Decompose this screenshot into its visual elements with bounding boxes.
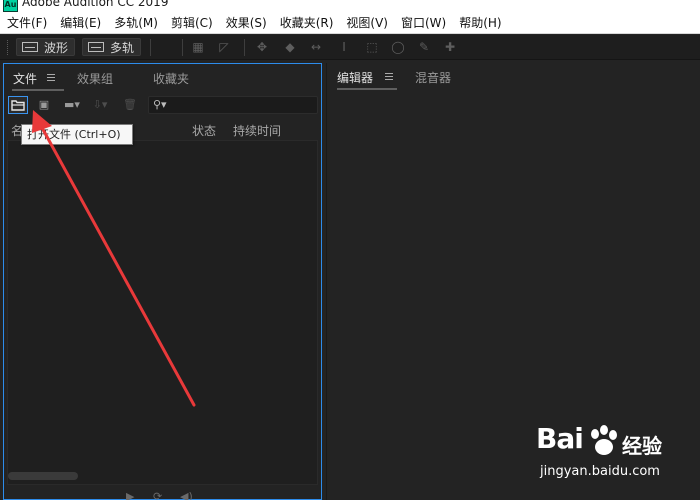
tab-files[interactable]: 文件 xyxy=(13,70,37,87)
waveform-view-label: 波形 xyxy=(44,40,69,55)
razor-tool-icon[interactable]: ◆ xyxy=(282,40,298,54)
column-status[interactable]: 状态 xyxy=(192,122,216,139)
slip-tool-icon[interactable]: ↔ xyxy=(308,40,324,54)
files-search-input[interactable]: ⚲▾ xyxy=(148,96,318,114)
watermark-jingyan: 经验 xyxy=(622,434,662,458)
marquee-tool-icon[interactable]: ⬚ xyxy=(364,40,380,54)
toolbar-separator xyxy=(150,39,151,56)
panel-menu-icon[interactable] xyxy=(47,74,55,81)
loop-icon[interactable]: ⟳ xyxy=(153,490,162,500)
baidu-jingyan-watermark: Bai 经验 jingyan.baidu.com xyxy=(536,422,696,494)
search-icon: ⚲▾ xyxy=(153,98,167,111)
tab-editor[interactable]: 编辑器 xyxy=(337,69,373,86)
watermark-url: jingyan.baidu.com xyxy=(540,464,660,479)
toolbar-separator xyxy=(182,39,183,56)
main-toolbar: 波形 多轨 ▦ ◸ ✥ ◆ ↔ I ⬚ ◯ ✎ ✚ xyxy=(0,35,700,60)
menu-help[interactable]: 帮助(H) xyxy=(459,14,501,31)
import-file-icon[interactable]: ▣ xyxy=(34,96,54,114)
trash-icon[interactable]: 🗑 xyxy=(120,96,140,114)
lasso-tool-icon[interactable]: ◯ xyxy=(390,40,406,54)
menu-view[interactable]: 视图(V) xyxy=(346,14,388,31)
files-panel-tabs: 文件 效果组 收藏夹 xyxy=(4,64,321,91)
tab-mixer[interactable]: 混音器 xyxy=(415,69,451,86)
move-tool-icon[interactable]: ✥ xyxy=(254,40,270,54)
tab-effects-rack[interactable]: 效果组 xyxy=(77,70,113,87)
new-file-icon[interactable]: ▬▾ xyxy=(62,96,82,114)
multitrack-view-label: 多轨 xyxy=(110,40,135,55)
toolbar-grip[interactable] xyxy=(7,40,9,55)
title-bar: Au Adobe Audition CC 2019 xyxy=(0,0,700,12)
file-list[interactable] xyxy=(7,140,318,485)
pitch-display-icon[interactable]: ◸ xyxy=(216,40,232,54)
menu-edit[interactable]: 编辑(E) xyxy=(60,14,101,31)
auto-play-icon[interactable]: ◀) xyxy=(180,490,193,500)
brush-tool-icon[interactable]: ✎ xyxy=(416,40,432,54)
spectral-display-icon[interactable]: ▦ xyxy=(190,40,206,54)
multitrack-icon xyxy=(88,42,104,52)
multitrack-view-button[interactable]: 多轨 xyxy=(82,38,142,56)
watermark-brand: Bai xyxy=(536,422,584,455)
column-duration[interactable]: 持续时间 xyxy=(233,122,281,139)
waveform-icon xyxy=(22,42,38,52)
play-icon[interactable]: ▶ xyxy=(126,490,134,500)
tab-favorites[interactable]: 收藏夹 xyxy=(153,70,189,87)
menu-bar: 文件(F) 编辑(E) 多轨(M) 剪辑(C) 效果(S) 收藏夹(R) 视图(… xyxy=(0,12,700,34)
baidu-paw-icon xyxy=(591,425,617,455)
time-selection-tool-icon[interactable]: I xyxy=(336,40,352,54)
horizontal-scrollbar[interactable] xyxy=(8,472,78,480)
active-tab-indicator xyxy=(12,89,64,91)
spot-healing-tool-icon[interactable]: ✚ xyxy=(442,40,458,54)
files-transport-controls: ▶ ⟳ ◀) xyxy=(4,488,321,500)
menu-clip[interactable]: 剪辑(C) xyxy=(171,14,213,31)
waveform-view-button[interactable]: 波形 xyxy=(16,38,76,56)
menu-window[interactable]: 窗口(W) xyxy=(401,14,446,31)
menu-favorites[interactable]: 收藏夹(R) xyxy=(280,14,334,31)
toolbar-separator xyxy=(244,39,245,56)
menu-effects[interactable]: 效果(S) xyxy=(226,14,267,31)
audition-app-icon: Au xyxy=(3,0,18,12)
window-title: Adobe Audition CC 2019 xyxy=(22,0,169,9)
menu-file[interactable]: 文件(F) xyxy=(7,14,47,31)
active-tab-indicator xyxy=(337,88,397,90)
menu-multitrack[interactable]: 多轨(M) xyxy=(114,14,158,31)
editor-panel-menu-icon[interactable] xyxy=(385,73,393,80)
open-file-icon[interactable] xyxy=(8,96,28,114)
files-toolbar: ▣ ▬▾ ⇩▾ 🗑 ⚲▾ xyxy=(4,94,321,118)
open-file-tooltip: 打开文件 (Ctrl+O) xyxy=(21,124,133,145)
insert-into-multitrack-icon[interactable]: ⇩▾ xyxy=(90,96,110,114)
